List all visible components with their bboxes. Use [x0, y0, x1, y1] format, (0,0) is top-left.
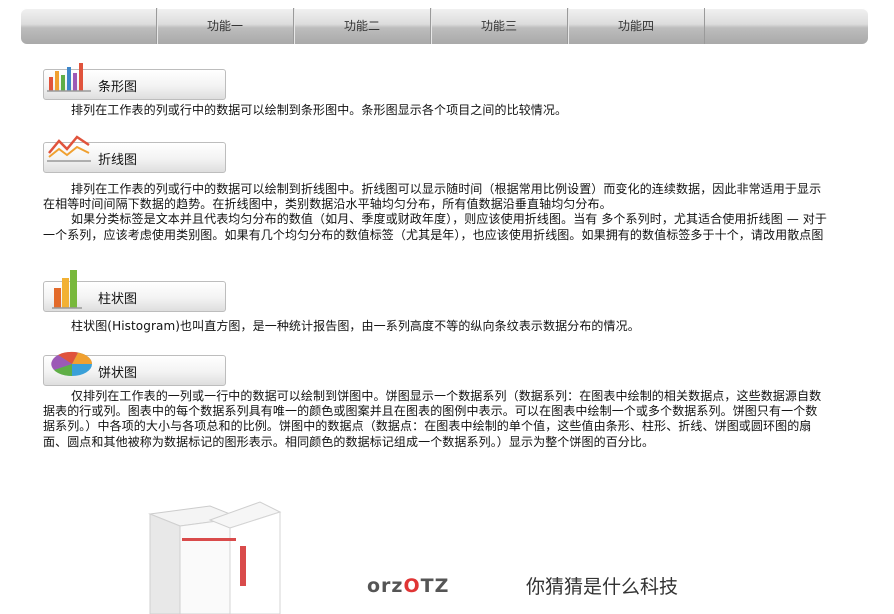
section-text-bar-chart: 排列在工作表的列或行中的数据可以绘制到条形图中。条形图显示各个项目之间的比较情况… [43, 103, 828, 118]
nav-item-function-2[interactable]: 功能二 [293, 8, 430, 44]
nav-item-function-4[interactable]: 功能四 [567, 8, 705, 44]
brand-suffix: TZ [420, 575, 450, 597]
paragraph: 排列在工作表的列或行中的数据可以绘制到折线图中。折线图可以显示随时间（根据常用比… [43, 182, 822, 212]
brand-o: O [403, 575, 421, 597]
paragraph: 排列在工作表的列或行中的数据可以绘制到条形图中。条形图显示各个项目之间的比较情况… [71, 103, 568, 117]
slogan-text: 你猜猜是什么科技 [526, 576, 679, 598]
pie-chart-icon [51, 351, 93, 377]
section-title: 饼状图 [98, 366, 138, 381]
section-text-column-chart: 柱状图(Histogram)也叫直方图，是一种统计报告图，由一系列高度不等的纵向… [43, 319, 828, 334]
section-title: 柱状图 [98, 292, 138, 307]
nav-item-function-1[interactable]: 功能一 [156, 8, 293, 44]
line-chart-icon [47, 135, 91, 162]
section-text-line-chart: 排列在工作表的列或行中的数据可以绘制到折线图中。折线图可以显示随时间（根据常用比… [43, 182, 828, 243]
column-chart-icon [52, 270, 82, 309]
paragraph: 柱状图(Histogram)也叫直方图，是一种统计报告图，由一系列高度不等的纵向… [71, 319, 640, 333]
product-box-image [148, 501, 282, 614]
section-text-pie-chart: 仅排列在工作表的一列或一行中的数据可以绘制到饼图中。饼图显示一个数据系列（数据系… [43, 389, 828, 450]
paragraph: 仅排列在工作表的一列或一行中的数据可以绘制到饼图中。饼图显示一个数据系列（数据系… [43, 389, 822, 449]
section-title: 条形图 [98, 80, 138, 95]
brand-prefix: orz [367, 575, 404, 597]
section-title: 折线图 [98, 153, 138, 168]
bar-chart-icon [47, 63, 91, 92]
paragraph: 如果分类标签是文本并且代表均匀分布的数值（如月、季度或财政年度），则应该使用折线… [43, 212, 827, 242]
nav-item-function-3[interactable]: 功能三 [430, 8, 567, 44]
brand-logo: orzOTZ [367, 575, 449, 597]
top-nav-bar: 功能一 功能二 功能三 功能四 [21, 8, 868, 44]
